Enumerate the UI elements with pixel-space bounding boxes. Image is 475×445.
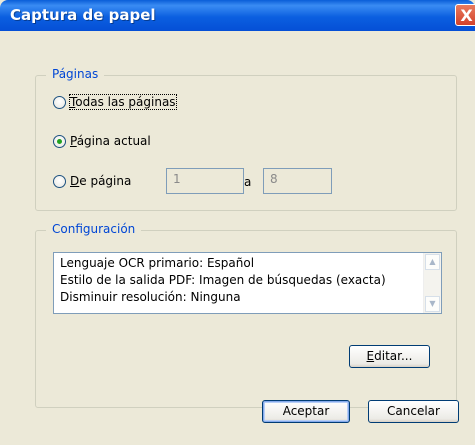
radio-all-pages-label[interactable]: Todas las páginas — [69, 94, 177, 110]
edit-button[interactable]: Editar... — [349, 345, 430, 368]
radio-current-page-label[interactable]: Página actual — [70, 134, 151, 148]
settings-line: Estilo de la salida PDF: Imagen de búsqu… — [60, 273, 386, 287]
ok-button[interactable]: Aceptar — [262, 400, 350, 423]
settings-listbox[interactable]: Lenguaje OCR primario: Español Estilo de… — [53, 252, 442, 314]
capture-paper-dialog: Captura de papel X Páginas Todas las pág… — [0, 0, 475, 445]
scroll-down-button[interactable]: ▼ — [425, 296, 440, 312]
close-icon: X — [460, 6, 473, 25]
config-group-legend: Configuración — [46, 222, 142, 236]
settings-line: Lenguaje OCR primario: Español — [60, 256, 255, 270]
radio-page-range-indicator[interactable] — [53, 174, 66, 188]
pages-group-legend: Páginas — [46, 67, 105, 81]
close-button[interactable]: X — [455, 4, 475, 26]
to-page-field[interactable]: 8 — [263, 168, 332, 194]
from-page-field[interactable]: 1 — [166, 168, 244, 194]
settings-scrollbar[interactable]: ▲ ▼ — [423, 253, 441, 313]
chevron-up-icon: ▲ — [429, 257, 436, 266]
dialog-title: Captura de papel — [10, 6, 156, 24]
scroll-up-button[interactable]: ▲ — [425, 254, 440, 270]
range-to-label: a — [244, 175, 252, 189]
radio-current-page[interactable]: Página actual — [53, 134, 151, 148]
radio-page-range-label[interactable]: De página — [70, 174, 131, 188]
radio-all-pages[interactable]: Todas las páginas — [53, 94, 177, 110]
dialog-body: Páginas Todas las páginas Página actual … — [0, 31, 475, 445]
chevron-down-icon: ▼ — [429, 299, 436, 308]
radio-current-page-indicator[interactable] — [53, 134, 66, 148]
radio-all-pages-indicator[interactable] — [53, 95, 66, 109]
title-bar[interactable]: Captura de papel X — [0, 0, 475, 31]
radio-page-range[interactable]: De página — [53, 174, 131, 188]
cancel-button[interactable]: Cancelar — [368, 400, 459, 423]
settings-line: Disminuir resolución: Ninguna — [60, 290, 241, 304]
